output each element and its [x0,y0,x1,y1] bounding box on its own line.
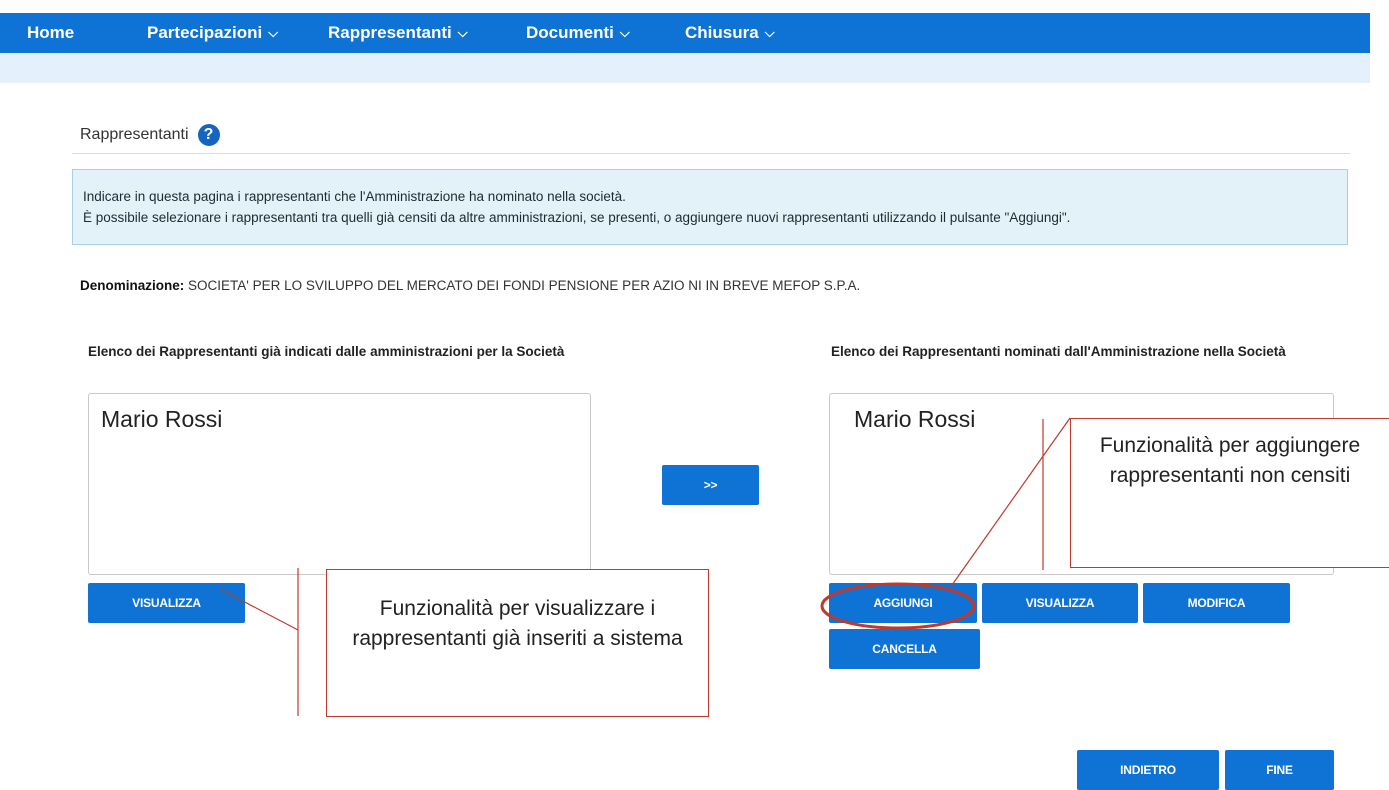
highlight-ellipse [820,582,976,630]
callout-visualizza: Funzionalità per visualizzare i rapprese… [326,569,709,717]
annotation-line [951,417,1071,586]
callout-aggiungi: Funzionalità per aggiungere rappresentan… [1070,418,1389,568]
annotation-line [219,588,299,631]
